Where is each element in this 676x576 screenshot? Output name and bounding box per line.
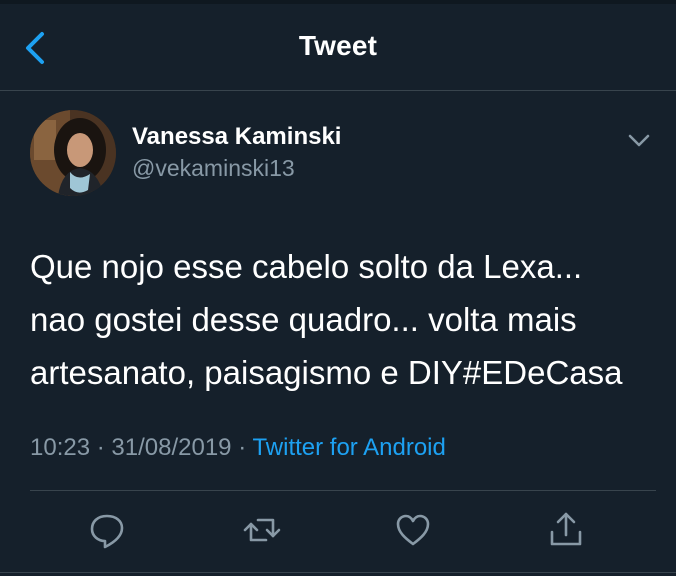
divider [0, 572, 676, 573]
more-options-button[interactable] [624, 128, 654, 154]
retweet-icon [243, 518, 281, 542]
tweet-metadata: 10:23 · 31/08/2019 · Twitter for Android [30, 434, 446, 462]
tweet-text: Que nojo esse cabelo solto da Lexa... na… [30, 248, 623, 391]
tweet-source-link[interactable]: Twitter for Android [252, 434, 445, 461]
reply-button[interactable] [87, 510, 127, 550]
divider [30, 490, 656, 491]
meta-separator: · [96, 434, 105, 461]
like-icon [396, 514, 430, 546]
retweet-button[interactable] [242, 510, 282, 550]
chevron-down-icon [628, 134, 650, 147]
tweet-time: 10:23 [30, 434, 91, 461]
share-button[interactable] [546, 510, 586, 550]
like-button[interactable] [393, 510, 433, 550]
page-title: Tweet [298, 30, 378, 61]
avatar[interactable] [30, 110, 116, 196]
reply-icon [90, 514, 124, 549]
tweet-actions-bar [0, 510, 676, 554]
meta-separator: · [238, 434, 247, 461]
author-display-name[interactable]: Vanessa Kaminski [132, 123, 341, 151]
author-handle[interactable]: @vekaminski13 [132, 155, 295, 182]
share-icon [550, 512, 582, 546]
top-bar: Tweet [0, 0, 676, 91]
tweet-date: 31/08/2019 [111, 434, 232, 461]
avatar-image [30, 110, 116, 196]
